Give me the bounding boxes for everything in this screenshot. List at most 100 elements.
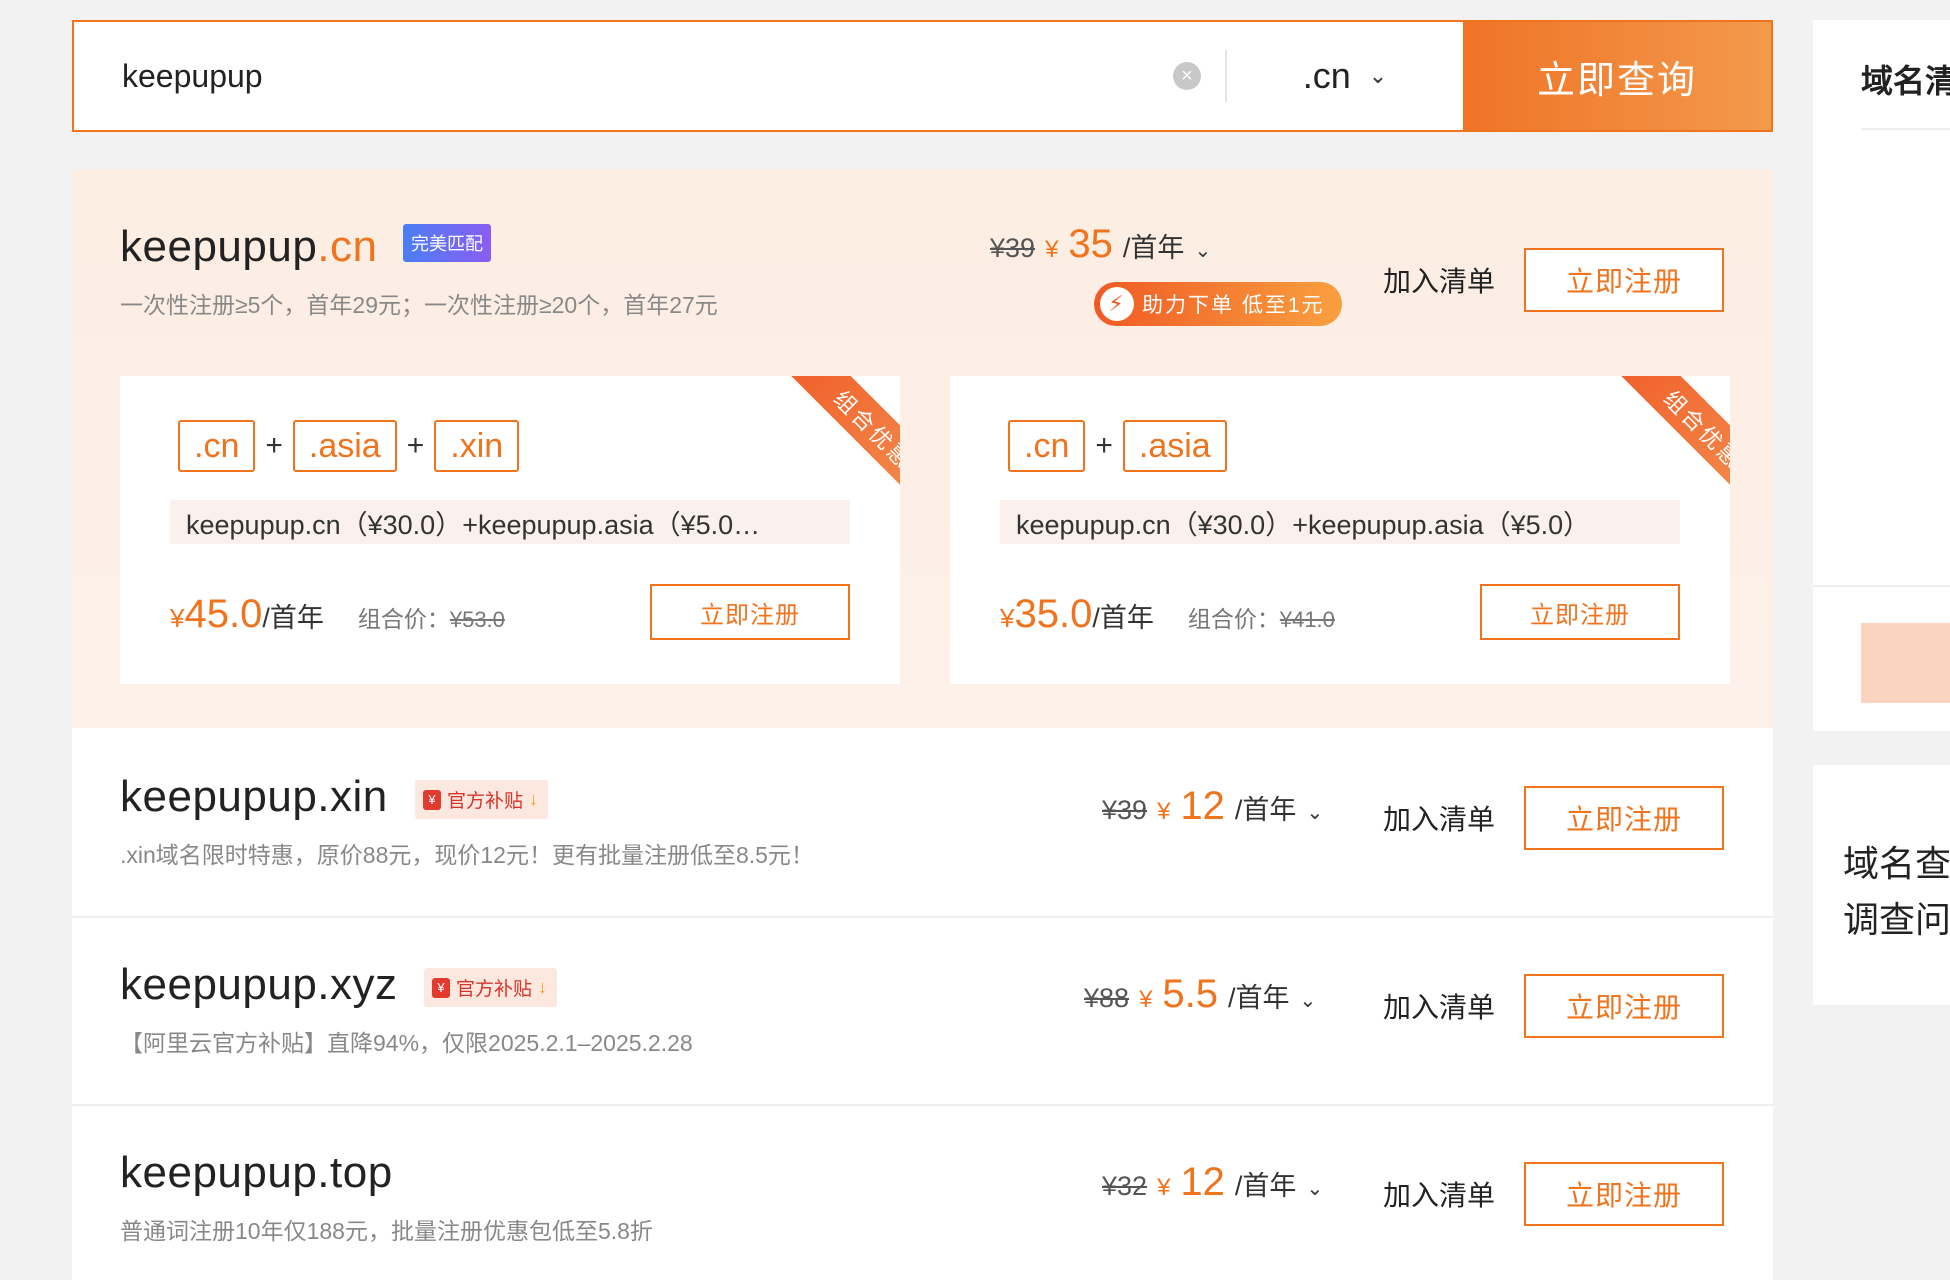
current-price: 35 <box>1068 222 1113 266</box>
combo-card: 组合优惠 .cn + .asia keepupup.cn（¥30.0）+keep… <box>950 376 1730 684</box>
combo-price: ¥ 35.0 /首年 组合价： ¥41.0 <box>1000 592 1335 637</box>
price-unit: /首年 <box>1122 233 1185 263</box>
combo-tags: .cn + .asia + .xin <box>178 420 520 472</box>
divider <box>1861 128 1950 130</box>
current-price: 12 <box>1180 1160 1225 1204</box>
plus-icon: + <box>1095 429 1113 462</box>
domain-tld: .xin <box>317 772 388 821</box>
currency-symbol: ¥ <box>170 603 185 633</box>
subsidy-icon: ¥ <box>432 977 450 998</box>
result-row: keepupup.xyz ¥ 官方补贴 ↓ 【阿里云官方补贴】直降94%，仅限202… <box>72 916 1773 1104</box>
featured-result: keepupup.cn 完美匹配 一次性注册≥5个，首年29元；一次性注册≥20… <box>72 170 1773 728</box>
tld-tag: .xin <box>434 420 520 472</box>
combo-register-button[interactable]: 立即注册 <box>650 584 850 640</box>
domain-name: keepupup.xyz <box>120 960 398 1010</box>
combo-register-button[interactable]: 立即注册 <box>1480 584 1680 640</box>
plus-icon: + <box>406 429 425 462</box>
survey-title-line1: 域名查 <box>1843 843 1950 884</box>
domain-tld: .xyz <box>317 960 398 1009</box>
chevron-down-icon: ⌄ <box>1194 240 1212 262</box>
register-button[interactable]: 立即注册 <box>1524 1162 1724 1226</box>
register-button[interactable]: 立即注册 <box>1524 248 1724 312</box>
plus-icon: + <box>265 429 283 462</box>
currency-symbol: ¥ <box>1157 1174 1171 1201</box>
currency-symbol: ¥ <box>1157 798 1171 825</box>
price-block[interactable]: ¥39 ¥ 35 /首年 ⌄ <box>990 222 1211 267</box>
add-to-list-button[interactable]: 加入清单 <box>1383 986 1495 1026</box>
original-price: ¥32 <box>1102 1171 1148 1201</box>
register-button[interactable]: 立即注册 <box>1524 786 1724 850</box>
domain-tld: .top <box>317 1148 393 1197</box>
ribbon-label: 组合优惠 <box>1618 376 1730 515</box>
chevron-down-icon: ⌄ <box>1299 990 1317 1012</box>
original-price: ¥39 <box>1102 795 1148 825</box>
currency-symbol: ¥ <box>1045 236 1059 263</box>
combo-items: keepupup.cn（¥30.0）+keepupup.asia（¥5.0） <box>1000 500 1680 544</box>
currency-symbol: ¥ <box>1000 603 1015 633</box>
combo-price: ¥ 45.0 /首年 组合价： ¥53.0 <box>170 592 505 637</box>
search-input[interactable]: keepupup × <box>74 22 1225 130</box>
domain-description: 【阿里云官方补贴】直降94%，仅限2025.2.1–2025.2.28 <box>120 1030 693 1056</box>
domain-tld: .cn <box>317 222 378 271</box>
add-to-list-button[interactable]: 加入清单 <box>1383 260 1495 300</box>
combo-original-price: ¥41.0 <box>1279 607 1335 632</box>
subsidy-icon: ¥ <box>423 789 441 810</box>
tld-tag: .asia <box>292 420 397 472</box>
combo-current-price: 35.0 <box>1014 592 1093 636</box>
price-unit: /首年 <box>262 603 324 633</box>
price-block[interactable]: ¥88 ¥ 5.5 /首年 ⌄ <box>1084 972 1316 1017</box>
domain-name-base: keepupup <box>120 1148 318 1197</box>
perfect-match-badge: 完美匹配 <box>403 224 491 262</box>
domain-name-base: keepupup <box>120 222 318 271</box>
add-to-list-button[interactable]: 加入清单 <box>1383 1174 1495 1214</box>
combo-tags: .cn + .asia <box>1008 420 1227 472</box>
suffix-select[interactable]: .cn ⌄ <box>1227 22 1463 130</box>
promo-badge[interactable]: ⚡ 助力下单 低至1元 <box>1094 282 1342 326</box>
chevron-down-icon: ⌄ <box>1306 802 1324 824</box>
subsidy-badge-label: 官方补贴 <box>447 791 524 812</box>
domain-name: keepupup.top <box>120 1148 393 1198</box>
price-unit: /首年 <box>1092 603 1154 633</box>
results-list: keepupup.cn 完美匹配 一次性注册≥5个，首年29元；一次性注册≥20… <box>72 170 1773 1280</box>
price-block[interactable]: ¥39 ¥ 12 /首年 ⌄ <box>1102 784 1323 829</box>
cart-panel-title: 域名清 <box>1861 63 1950 99</box>
result-row: keepupup.xin ¥ 官方补贴 ↓ .xin域名限时特惠，原价88元，现价1… <box>72 728 1773 916</box>
promo-text: 助力下单 低至1元 <box>1142 294 1325 317</box>
combo-current-price: 45.0 <box>184 592 263 636</box>
search-button[interactable]: 立即查询 <box>1463 22 1771 130</box>
survey-title-line2[interactable]: 调查问 <box>1843 891 1950 943</box>
price-unit: /首年 <box>1234 1171 1297 1201</box>
domain-description: 一次性注册≥5个，首年29元；一次性注册≥20个，首年27元 <box>120 292 718 318</box>
domain-description: 普通词注册10年仅188元，批量注册优惠包低至5.8折 <box>120 1218 653 1244</box>
arrow-down-icon: ↓ <box>529 789 539 809</box>
tld-tag: .cn <box>178 420 256 472</box>
subsidy-badge: ¥ 官方补贴 ↓ <box>424 968 558 1007</box>
domain-description: .xin域名限时特惠，原价88元，现价12元！更有批量注册低至8.5元！ <box>120 842 814 868</box>
price-unit: /首年 <box>1234 795 1297 825</box>
cart-action-button[interactable] <box>1861 623 1950 703</box>
survey-panel: 域名查 调查问 <box>1813 765 1950 1005</box>
register-button[interactable]: 立即注册 <box>1524 974 1724 1038</box>
clear-icon[interactable]: × <box>1173 62 1201 90</box>
lightning-icon: ⚡ <box>1100 287 1134 321</box>
add-to-list-button[interactable]: 加入清单 <box>1383 798 1495 838</box>
cart-panel: 域名清 <box>1813 20 1950 585</box>
chevron-down-icon: ⌄ <box>1368 63 1388 88</box>
original-price: ¥88 <box>1084 983 1130 1013</box>
domain-name-base: keepupup <box>120 960 318 1009</box>
result-row: keepupup.top 普通词注册10年仅188元，批量注册优惠包低至5.8折… <box>72 1104 1773 1280</box>
tld-tag: .asia <box>1122 420 1227 472</box>
cart-action-panel <box>1813 585 1950 731</box>
ribbon-label: 组合优惠 <box>788 376 900 515</box>
current-price: 12 <box>1180 784 1225 828</box>
subsidy-badge: ¥ 官方补贴 ↓ <box>415 780 549 819</box>
combo-card: 组合优惠 .cn + .asia + .xin keepupup.cn（¥30.… <box>120 376 900 684</box>
currency-symbol: ¥ <box>1139 986 1153 1013</box>
domain-name: keepupup.xin <box>120 772 388 822</box>
price-block[interactable]: ¥32 ¥ 12 /首年 ⌄ <box>1102 1160 1323 1205</box>
domain-search-bar: keepupup × .cn ⌄ 立即查询 <box>72 20 1773 132</box>
original-price: ¥39 <box>990 233 1036 263</box>
combo-price-label: 组合价： <box>357 606 450 632</box>
suffix-value: .cn <box>1302 55 1351 96</box>
domain-name: keepupup.cn <box>120 222 378 272</box>
